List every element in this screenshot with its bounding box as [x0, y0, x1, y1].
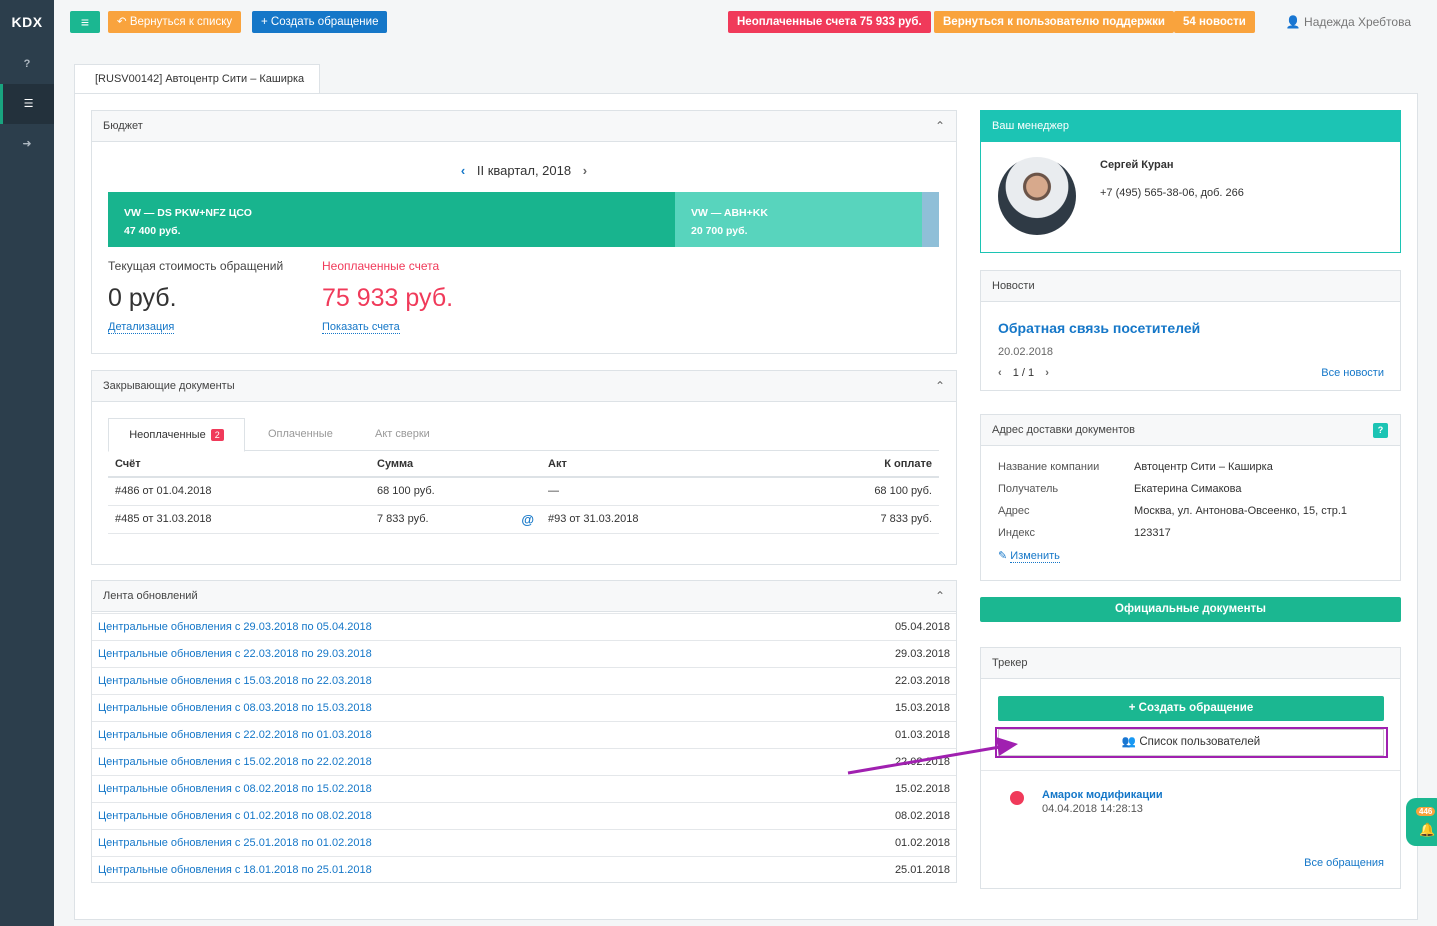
notification-count-badge: 446 [1416, 807, 1436, 816]
annotation-arrow [847, 737, 1018, 775]
notification-widget[interactable]: 446 🔔 [1406, 798, 1437, 846]
bell-icon: 🔔 [1419, 822, 1436, 837]
